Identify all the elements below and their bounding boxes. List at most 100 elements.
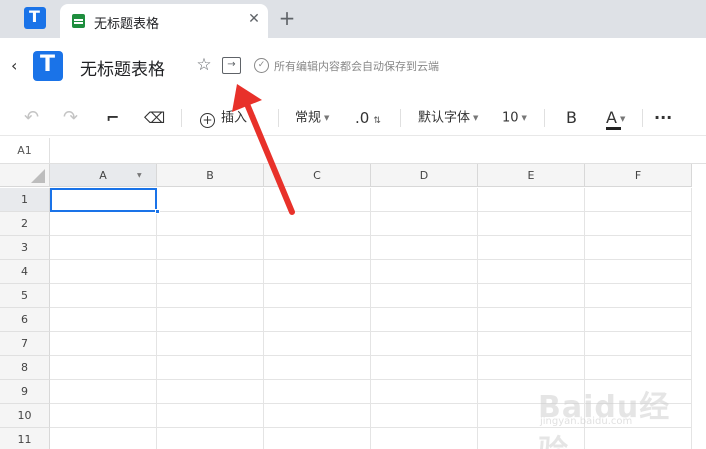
- cell[interactable]: [264, 356, 371, 380]
- row-header-2[interactable]: 2: [0, 212, 50, 236]
- cell[interactable]: [371, 260, 478, 284]
- fill-handle[interactable]: [155, 209, 160, 214]
- cell[interactable]: [157, 428, 264, 449]
- cell[interactable]: [478, 356, 585, 380]
- cell[interactable]: [585, 212, 692, 236]
- row-header-3[interactable]: 3: [0, 236, 50, 260]
- cell[interactable]: [157, 332, 264, 356]
- cell[interactable]: [157, 212, 264, 236]
- row-header-4[interactable]: 4: [0, 260, 50, 284]
- cell[interactable]: [264, 260, 371, 284]
- cell[interactable]: [478, 308, 585, 332]
- row-header-8[interactable]: 8: [0, 356, 50, 380]
- cell[interactable]: [157, 188, 264, 212]
- row-header-7[interactable]: 7: [0, 332, 50, 356]
- row-header-9[interactable]: 9: [0, 380, 50, 404]
- bold-button[interactable]: B: [566, 106, 577, 130]
- back-button[interactable]: ‹: [11, 55, 27, 77]
- format-painter-icon[interactable]: ⌐: [106, 106, 119, 130]
- row-header-1[interactable]: 1: [0, 188, 50, 212]
- cell[interactable]: [371, 356, 478, 380]
- cell[interactable]: [264, 332, 371, 356]
- tab-title: 无标题表格: [94, 17, 160, 32]
- font-color-button[interactable]: A ▼: [606, 106, 640, 130]
- cell[interactable]: [371, 284, 478, 308]
- cell[interactable]: [157, 236, 264, 260]
- caret-down-icon: ▼: [473, 114, 479, 122]
- cell[interactable]: [264, 308, 371, 332]
- cell[interactable]: [585, 284, 692, 308]
- font-size-select[interactable]: 10 ▼: [502, 106, 527, 130]
- cell[interactable]: [264, 188, 371, 212]
- column-menu-caret-icon[interactable]: ▼: [137, 164, 694, 187]
- cell[interactable]: [50, 404, 157, 428]
- cell[interactable]: [371, 332, 478, 356]
- row-header-5[interactable]: 5: [0, 284, 50, 308]
- cell[interactable]: [371, 428, 478, 449]
- new-tab-button[interactable]: +: [276, 6, 298, 30]
- cell[interactable]: [157, 308, 264, 332]
- close-icon[interactable]: ✕: [245, 10, 263, 28]
- cell[interactable]: [371, 404, 478, 428]
- cell[interactable]: [50, 332, 157, 356]
- cell[interactable]: [478, 332, 585, 356]
- cell[interactable]: [478, 284, 585, 308]
- cell[interactable]: [478, 188, 585, 212]
- cell[interactable]: [478, 260, 585, 284]
- star-icon[interactable]: ☆: [193, 54, 215, 76]
- cell[interactable]: [157, 404, 264, 428]
- cell[interactable]: [371, 212, 478, 236]
- cell[interactable]: [50, 284, 157, 308]
- tab-untitled-sheet[interactable]: 无标题表格 ✕: [60, 4, 268, 38]
- cell[interactable]: [371, 188, 478, 212]
- app-logo-icon[interactable]: T: [24, 7, 46, 29]
- cell[interactable]: [264, 428, 371, 449]
- more-options-icon[interactable]: ···: [654, 106, 672, 130]
- cell[interactable]: [50, 236, 157, 260]
- cell[interactable]: [50, 428, 157, 449]
- cell[interactable]: [585, 236, 692, 260]
- cell[interactable]: [585, 188, 692, 212]
- cell[interactable]: [157, 260, 264, 284]
- eraser-icon[interactable]: ⌫: [144, 106, 165, 130]
- undo-icon[interactable]: ↶: [24, 106, 39, 130]
- cell[interactable]: [50, 356, 157, 380]
- cell[interactable]: [50, 260, 157, 284]
- cell[interactable]: [157, 380, 264, 404]
- font-family-select[interactable]: 默认字体 ▼: [418, 106, 478, 130]
- selected-cell[interactable]: [50, 188, 157, 212]
- cell[interactable]: [50, 212, 157, 236]
- number-format-select[interactable]: 常规 ▼: [295, 106, 329, 130]
- insert-button[interactable]: + 插入 ▼: [200, 106, 255, 130]
- move-to-folder-icon[interactable]: →: [222, 57, 241, 74]
- cell[interactable]: [264, 284, 371, 308]
- cell[interactable]: [157, 356, 264, 380]
- cell[interactable]: [585, 332, 692, 356]
- row-header-6[interactable]: 6: [0, 308, 50, 332]
- doc-logo-icon[interactable]: T: [33, 51, 63, 81]
- cell[interactable]: [585, 356, 692, 380]
- name-box[interactable]: A1: [0, 138, 50, 164]
- browser-tab-bar: T 无标题表格 ✕ +: [0, 0, 706, 38]
- cell[interactable]: [157, 284, 264, 308]
- cell[interactable]: [478, 212, 585, 236]
- row-header-11[interactable]: 11: [0, 428, 50, 449]
- cell[interactable]: [585, 260, 692, 284]
- select-all-corner[interactable]: [0, 164, 50, 187]
- cell[interactable]: [50, 308, 157, 332]
- decimal-places-button[interactable]: .0 ⇅: [355, 106, 381, 130]
- cell[interactable]: [264, 404, 371, 428]
- cell[interactable]: [264, 380, 371, 404]
- cell[interactable]: [264, 212, 371, 236]
- cell[interactable]: [585, 308, 692, 332]
- toolbar-divider: [642, 109, 643, 127]
- redo-icon[interactable]: ↷: [63, 106, 78, 130]
- cell[interactable]: [371, 236, 478, 260]
- document-title[interactable]: 无标题表格: [80, 55, 165, 80]
- row-header-10[interactable]: 10: [0, 404, 50, 428]
- cell[interactable]: [371, 308, 478, 332]
- cell[interactable]: [371, 380, 478, 404]
- cell[interactable]: [478, 236, 585, 260]
- cell[interactable]: [50, 380, 157, 404]
- cell[interactable]: [264, 236, 371, 260]
